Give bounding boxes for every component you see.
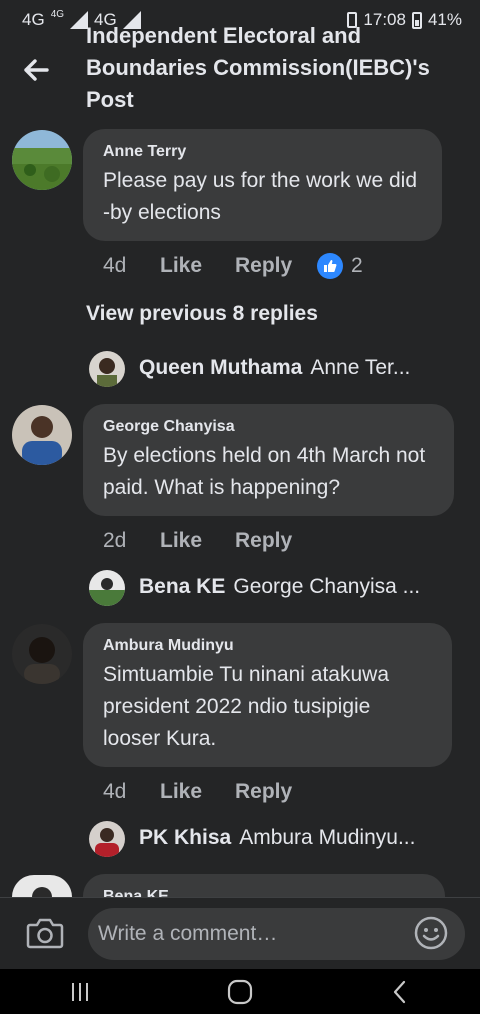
comment-text: Simtuambie Tu ninani atakuwa president 2… bbox=[103, 663, 389, 750]
reply-button[interactable]: Reply bbox=[235, 780, 317, 804]
emoji-icon bbox=[414, 916, 448, 950]
avatar-image bbox=[89, 570, 125, 606]
comment-input[interactable] bbox=[88, 908, 465, 960]
post-header: Independent Electoral and Boundaries Com… bbox=[0, 24, 480, 122]
back-button[interactable] bbox=[20, 54, 52, 86]
recent-apps-button[interactable] bbox=[50, 972, 110, 1012]
avatar-image bbox=[89, 821, 125, 857]
reply-button[interactable]: Reply bbox=[235, 529, 317, 553]
comment-author[interactable]: Ambura Mudinyu bbox=[103, 635, 432, 657]
reply-preview[interactable]: PK Khisa Ambura Mudinyu... bbox=[139, 826, 459, 850]
comment-text: By elections held on 4th March not paid.… bbox=[103, 444, 426, 499]
comment-text: Please pay us for the work we did -by el… bbox=[103, 169, 417, 224]
chevron-left-icon bbox=[393, 980, 406, 1003]
avatar-image bbox=[89, 351, 125, 387]
page-title: Independent Electoral and Boundaries Com… bbox=[86, 24, 430, 112]
reply-author: PK Khisa bbox=[139, 826, 232, 849]
like-count: 2 bbox=[351, 254, 363, 277]
like-button[interactable]: Like bbox=[160, 254, 235, 278]
avatar[interactable] bbox=[12, 624, 72, 684]
reply-author: Queen Muthama bbox=[139, 356, 303, 379]
comment-author[interactable]: Anne Terry bbox=[103, 141, 422, 163]
comment-bubble[interactable]: George Chanyisa By elections held on 4th… bbox=[83, 404, 454, 516]
comment-actions: 2d Like Reply bbox=[103, 526, 317, 556]
avatar[interactable] bbox=[12, 875, 72, 897]
comment-time[interactable]: 4d bbox=[103, 780, 160, 804]
thumbs-up-icon bbox=[317, 253, 343, 279]
comment-actions: 4d Like Reply 2 bbox=[103, 251, 363, 281]
avatar-image bbox=[12, 624, 72, 684]
comment-time[interactable]: 2d bbox=[103, 529, 160, 553]
like-button[interactable]: Like bbox=[160, 780, 235, 804]
camera-button[interactable] bbox=[26, 916, 64, 950]
avatar-image bbox=[12, 405, 72, 465]
comment-author[interactable]: George Chanyisa bbox=[103, 416, 434, 438]
reply-author: Bena KE bbox=[139, 575, 226, 598]
recent-apps-icon bbox=[72, 982, 88, 1001]
reply-preview[interactable]: Bena KE George Chanyisa ... bbox=[139, 575, 459, 599]
comment-composer bbox=[0, 897, 480, 969]
emoji-button[interactable] bbox=[414, 916, 448, 950]
arrow-left-icon bbox=[24, 59, 49, 81]
reply-button[interactable]: Reply bbox=[235, 254, 317, 278]
view-previous-replies[interactable]: View previous 8 replies bbox=[86, 302, 318, 326]
avatar[interactable] bbox=[12, 405, 72, 465]
back-nav-button[interactable] bbox=[370, 972, 430, 1012]
avatar[interactable] bbox=[89, 570, 125, 606]
reaction-count[interactable]: 2 bbox=[317, 253, 363, 279]
avatar-image bbox=[12, 130, 72, 190]
avatar-image bbox=[12, 875, 72, 897]
avatar[interactable] bbox=[12, 130, 72, 190]
camera-icon bbox=[26, 918, 64, 949]
comment-bubble[interactable]: Ambura Mudinyu Simtuambie Tu ninani atak… bbox=[83, 623, 452, 767]
home-icon bbox=[227, 979, 253, 1004]
network-sup: 4G bbox=[50, 8, 65, 20]
avatar[interactable] bbox=[89, 821, 125, 857]
reply-preview-text: Anne Ter... bbox=[310, 356, 411, 379]
like-button[interactable]: Like bbox=[160, 529, 235, 553]
reply-preview[interactable]: Queen Muthama Anne Ter... bbox=[139, 356, 459, 380]
reply-preview-text: Ambura Mudinyu... bbox=[239, 826, 416, 849]
comment-actions: 4d Like Reply bbox=[103, 777, 317, 807]
system-nav-bar bbox=[0, 969, 480, 1014]
reply-preview-text: George Chanyisa ... bbox=[233, 575, 421, 598]
comment-bubble[interactable]: Anne Terry Please pay us for the work we… bbox=[83, 129, 442, 241]
home-button[interactable] bbox=[210, 972, 270, 1012]
avatar[interactable] bbox=[89, 351, 125, 387]
comment-time[interactable]: 4d bbox=[103, 254, 160, 278]
